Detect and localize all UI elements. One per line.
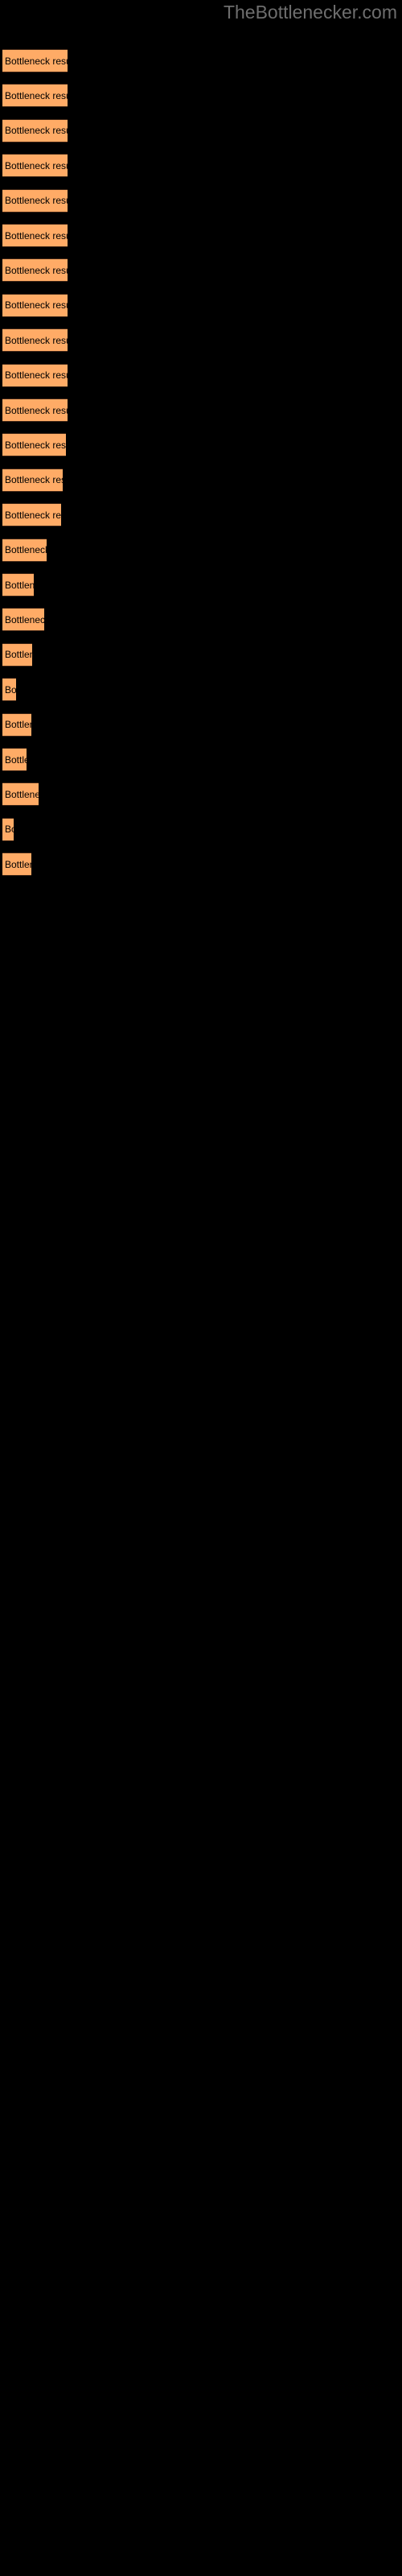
bar-label: Bottleneck result (5, 334, 68, 346)
bar-row[interactable]: Bottleneck result (2, 258, 68, 283)
bar-label: Bottleneck result (5, 264, 68, 276)
bar-row[interactable]: Bottleneck result (2, 573, 34, 597)
bar[interactable]: Bottleneck result (2, 608, 44, 632)
bar-row[interactable]: Bottleneck result (2, 712, 31, 737)
bar[interactable]: Bottleneck result (2, 748, 27, 771)
bar-row[interactable]: Bottleneck result (2, 84, 68, 108)
bar[interactable]: Bottleneck result (2, 538, 47, 562)
bar-label: Bottleneck result (5, 55, 68, 67)
bar[interactable]: Bottleneck result (2, 678, 16, 702)
bar[interactable]: Bottleneck result (2, 642, 32, 667)
bar-label: Bottleneck result (5, 824, 14, 836)
bar-row[interactable]: Bottleneck result (2, 748, 27, 771)
bar-row[interactable]: Bottleneck result (2, 224, 68, 247)
bar[interactable]: Bottleneck result (2, 154, 68, 178)
bar-label: Bottleneck result (5, 404, 68, 416)
bar[interactable]: Bottleneck result (2, 49, 68, 72)
bar-label: Bottleneck result (5, 509, 61, 521)
bar-label: Bottleneck result (5, 369, 68, 382)
bar[interactable]: Bottleneck result (2, 573, 34, 597)
bar-row[interactable]: Bottleneck result (2, 538, 47, 562)
bar-label: Bottleneck result (5, 195, 68, 207)
bar-row[interactable]: Bottleneck result (2, 817, 14, 841)
bar-row[interactable]: Bottleneck result (2, 398, 68, 422)
bar-row[interactable]: Bottleneck result (2, 328, 68, 353)
bar-label: Bottleneck result (5, 299, 68, 312)
bar-label: Bottleneck result (5, 89, 68, 101)
bar-label: Bottleneck result (5, 474, 63, 486)
bar-label: Bottleneck result (5, 858, 31, 870)
bar[interactable]: Bottleneck result (2, 433, 66, 457)
bar-row[interactable]: Bottleneck result (2, 49, 68, 72)
bar[interactable]: Bottleneck result (2, 188, 68, 213)
bar-label: Bottleneck result (5, 229, 68, 242)
bar-row[interactable]: Bottleneck result (2, 608, 44, 632)
bar[interactable]: Bottleneck result (2, 398, 68, 422)
bar-label: Bottleneck result (5, 753, 27, 766)
bar[interactable]: Bottleneck result (2, 503, 61, 527)
bar[interactable]: Bottleneck result (2, 712, 31, 737)
bar[interactable]: Bottleneck result (2, 84, 68, 108)
bar[interactable]: Bottleneck result (2, 852, 31, 877)
bar[interactable]: Bottleneck result (2, 293, 68, 317)
bar-label: Bottleneck result (5, 125, 68, 137)
bar[interactable]: Bottleneck result (2, 328, 68, 353)
bar-label: Bottleneck result (5, 649, 32, 661)
bar-row[interactable]: Bottleneck result (2, 118, 68, 142)
bar-row[interactable]: Bottleneck result (2, 468, 63, 492)
bar-row[interactable]: Bottleneck result (2, 363, 68, 387)
bar-row[interactable]: Bottleneck result (2, 642, 32, 667)
bar[interactable]: Bottleneck result (2, 817, 14, 841)
bottleneck-chart: TheBottlenecker.com Bottleneck result Bot… (0, 0, 402, 2576)
bar-row[interactable]: Bottleneck result (2, 188, 68, 213)
bar-label: Bottleneck result (5, 439, 66, 451)
bar[interactable]: Bottleneck result (2, 224, 68, 247)
bar-label: Bottleneck result (5, 544, 47, 556)
bar[interactable]: Bottleneck result (2, 118, 68, 142)
bar-label: Bottleneck result (5, 788, 39, 800)
bar-row[interactable]: Bottleneck result (2, 782, 39, 807)
bar-row[interactable]: Bottleneck result (2, 293, 68, 317)
bar-row[interactable]: Bottleneck result (2, 678, 16, 702)
bar[interactable]: Bottleneck result (2, 363, 68, 387)
bar-label: Bottleneck result (5, 719, 31, 731)
bar-row[interactable]: Bottleneck result (2, 433, 66, 457)
bar-row[interactable]: Bottleneck result (2, 154, 68, 178)
bar-label: Bottleneck result (5, 683, 16, 696)
bar-label: Bottleneck result (5, 613, 44, 625)
bar-label: Bottleneck result (5, 579, 34, 591)
bar-label: Bottleneck result (5, 159, 68, 171)
bar-row[interactable]: Bottleneck result (2, 503, 61, 527)
bar[interactable]: Bottleneck result (2, 258, 68, 283)
site-title: TheBottlenecker.com (223, 2, 397, 23)
bar[interactable]: Bottleneck result (2, 468, 63, 492)
bar[interactable]: Bottleneck result (2, 782, 39, 807)
bar-row[interactable]: Bottleneck result (2, 852, 31, 877)
